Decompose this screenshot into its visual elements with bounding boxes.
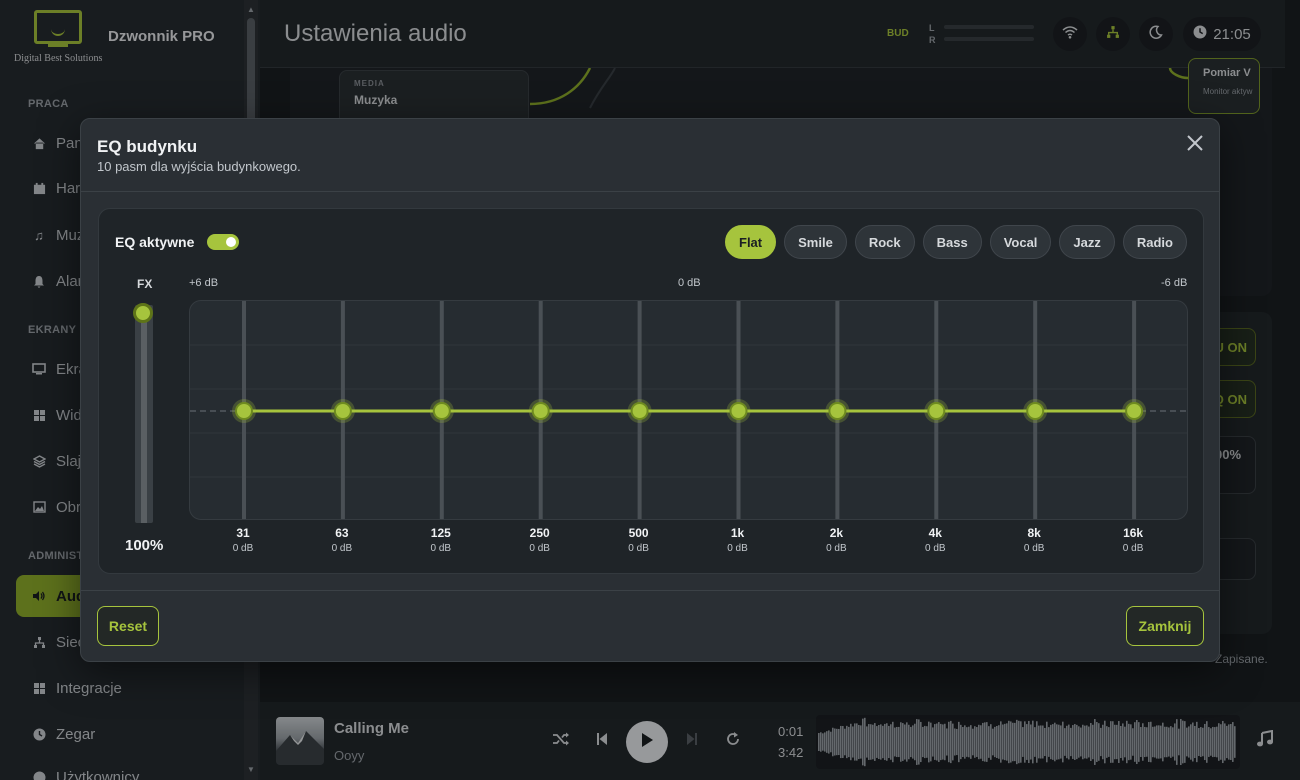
band-label: 1k 0 dB	[708, 526, 768, 554]
eq-modal: EQ budynku 10 pasm dla wyjścia budynkowe…	[80, 118, 1220, 662]
band-frequency: 1k	[730, 526, 745, 540]
band-gain: 0 dB	[1122, 543, 1144, 554]
eq-active-toggle[interactable]	[207, 234, 239, 250]
band-frequency: 8k	[1027, 526, 1041, 540]
band-gain: 0 dB	[331, 543, 353, 554]
band-knob-500[interactable]	[630, 402, 649, 420]
preset-flat[interactable]: Flat	[725, 225, 777, 259]
band-label: 500 0 dB	[609, 526, 669, 554]
band-gain: 0 dB	[628, 543, 649, 554]
band-frequency: 500	[628, 526, 649, 540]
band-gain: 0 dB	[727, 543, 748, 554]
preset-radio[interactable]: Radio	[1122, 225, 1187, 259]
band-gain: 0 dB	[430, 543, 452, 554]
band-gain: 0 dB	[1023, 543, 1045, 554]
band-knob-250[interactable]	[531, 402, 550, 420]
fx-slider-fill	[141, 313, 147, 523]
modal-subtitle: 10 pasm dla wyjścia budynkowego.	[97, 159, 301, 174]
fx-value: 100%	[125, 537, 164, 554]
band-frequency: 125	[430, 526, 451, 540]
band-knob-31[interactable]	[235, 402, 253, 420]
band-frequency: 16k	[1123, 526, 1144, 540]
band-label: 31 0 dB	[213, 526, 273, 554]
band-gain: 0 dB	[232, 543, 254, 554]
preset-smile[interactable]: Smile	[784, 225, 847, 259]
band-frequency: 63	[335, 526, 349, 540]
eq-panel: EQ aktywne Flat Smile Rock Bass Vocal Ja…	[98, 208, 1204, 574]
close-icon	[1185, 135, 1205, 157]
eq-active-label: EQ aktywne	[115, 234, 195, 250]
band-knob-4k[interactable]	[927, 402, 946, 420]
band-knob-16k[interactable]	[1125, 402, 1144, 420]
band-gain: 0 dB	[529, 543, 550, 554]
preset-jazz[interactable]: Jazz	[1059, 225, 1115, 259]
close-modal-button[interactable]: Zamknij	[1126, 606, 1204, 646]
band-frequency: 2k	[829, 526, 844, 540]
band-gain: 0 dB	[925, 543, 946, 554]
preset-list: Flat Smile Rock Bass Vocal Jazz Radio	[725, 225, 1187, 259]
band-frequency: 31	[236, 526, 250, 540]
fx-label: FX	[137, 277, 153, 291]
eq-graph[interactable]	[189, 300, 1188, 520]
db-max-label: +6 dB	[189, 277, 219, 289]
band-knob-63[interactable]	[333, 402, 352, 420]
band-knob-125[interactable]	[432, 402, 451, 420]
close-button[interactable]	[1185, 133, 1207, 155]
band-label: 250 0 dB	[510, 526, 570, 554]
band-knob-1k[interactable]	[729, 402, 748, 420]
band-label: 8k 0 dB	[1004, 526, 1064, 554]
preset-rock[interactable]: Rock	[854, 225, 915, 259]
band-label: 125 0 dB	[411, 526, 471, 554]
modal-title: EQ budynku	[97, 137, 198, 156]
db-mid-label: 0 dB	[678, 277, 701, 289]
band-label: 16k 0 dB	[1103, 526, 1163, 554]
band-frequency: 250	[529, 526, 550, 540]
db-min-label: -6 dB	[1161, 277, 1188, 289]
band-frequency: 4k	[928, 526, 942, 540]
preset-bass[interactable]: Bass	[922, 225, 982, 259]
band-knob-8k[interactable]	[1026, 402, 1045, 420]
band-knob-2k[interactable]	[828, 402, 847, 420]
band-label: 4k 0 dB	[905, 526, 965, 554]
fx-slider-knob[interactable]	[133, 303, 153, 323]
preset-vocal[interactable]: Vocal	[989, 225, 1052, 259]
reset-button[interactable]: Reset	[97, 606, 159, 646]
band-label: 2k 0 dB	[806, 526, 866, 554]
band-gain: 0 dB	[826, 543, 847, 554]
band-label: 63 0 dB	[312, 526, 372, 554]
